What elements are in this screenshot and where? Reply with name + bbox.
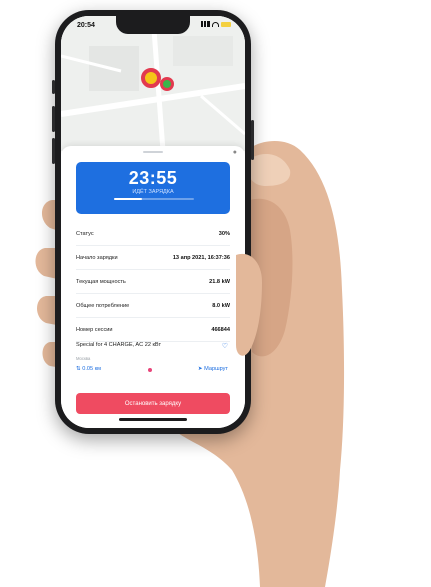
charging-progress-fill [114,198,142,200]
status-icons [201,21,231,27]
detail-label: Статус [76,230,94,237]
volume-up-button [52,106,55,132]
charging-timer-card: 23:55 ИДЁТ ЗАРЯДКА [76,162,230,214]
charging-sheet: ● 23:55 ИДЁТ ЗАРЯДКА Статус 30% Начало з… [61,146,245,428]
wifi-icon [212,21,219,27]
mute-switch [52,80,55,94]
detail-row-status: Статус 30% [76,222,230,246]
sheet-grabber[interactable] [143,151,163,153]
charging-timer: 23:55 [128,168,178,188]
station-pin-secondary-icon[interactable] [160,77,174,91]
stop-charging-button[interactable]: Остановить зарядку [76,393,230,414]
collapse-icon[interactable]: ● [233,149,237,156]
route-button[interactable]: ➤ Маршрут [198,366,228,372]
home-indicator[interactable] [119,418,187,421]
detail-value: 30% [218,230,230,237]
station-name-text: Special for 4 CHARGE, AC 22 кВт [76,342,162,348]
station-pin-icon[interactable] [141,68,161,88]
detail-value: 466844 [211,326,230,333]
walk-icon: ⇅ [76,366,81,372]
detail-value: 13 апр 2021, 16:37:36 [172,254,230,261]
station-name: Special for 4 CHARGE, AC 22 кВт ♡ [76,342,230,350]
session-details: Статус 30% Начало зарядки 13 апр 2021, 1… [76,222,230,342]
detail-label: Общее потребление [76,302,130,309]
charging-status-label: ИДЁТ ЗАРЯДКА [132,189,174,195]
detail-row-consumption: Общее потребление 8.0 kW [76,294,230,318]
phone-screen: 20:54 ● 23:55 ИДЁТ ЗАРЯДКА Статус 30% На… [61,16,245,428]
distance-row: ⇅ 0.05 км ➤ Маршрут [76,364,230,376]
detail-row-session: Номер сессии 466844 [76,318,230,342]
signal-icon [201,21,210,27]
navigation-arrow-icon: ➤ [197,366,203,372]
distance-text: 0.05 км [82,366,101,372]
distance-caption: Москва [76,356,91,361]
detail-value: 8.0 kW [212,302,230,309]
detail-row-start: Начало зарядки 13 апр 2021, 16:37:36 [76,246,230,270]
detail-label: Начало зарядки [76,254,118,261]
detail-label: Текущая мощность [76,278,126,285]
connector-dot-icon [148,368,152,372]
status-time: 20:54 [77,22,95,29]
phone-frame: 20:54 ● 23:55 ИДЁТ ЗАРЯДКА Статус 30% На… [52,10,254,434]
battery-icon [221,21,231,27]
power-button [251,120,254,160]
distance-value: ⇅ 0.05 км [76,366,101,372]
favorite-icon[interactable]: ♡ [222,342,228,350]
detail-label: Номер сессии [76,326,113,333]
detail-row-power: Текущая мощность 21.8 kW [76,270,230,294]
notch [116,16,190,34]
route-label: Маршрут [204,366,228,372]
map-view[interactable] [61,16,245,152]
detail-value: 21.8 kW [209,278,230,285]
charging-progress-track [114,198,194,200]
volume-down-button [52,138,55,164]
